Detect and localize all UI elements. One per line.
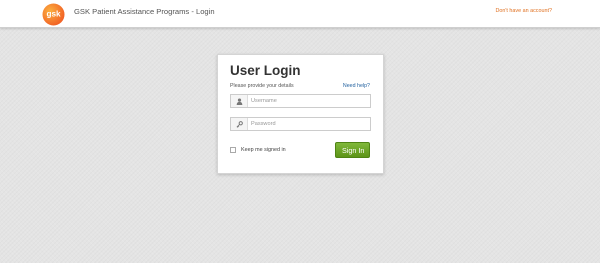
login-subtitle: Please provide your details <box>230 83 294 89</box>
key-icon <box>231 118 248 130</box>
keep-signed-in-label[interactable]: Keep me signed in <box>241 147 286 153</box>
user-icon <box>231 95 248 107</box>
password-field[interactable] <box>230 117 371 131</box>
logo-text: gsk <box>46 10 61 19</box>
keep-signed-in-checkbox[interactable] <box>230 147 236 153</box>
username-input[interactable] <box>251 96 367 106</box>
username-field[interactable] <box>230 94 371 108</box>
top-header: gsk GSK Patient Assistance Programs - Lo… <box>0 0 600 28</box>
login-card: User Login Please provide your details N… <box>217 54 384 174</box>
no-account-link[interactable]: Don't have an account? <box>496 8 552 14</box>
need-help-link[interactable]: Need help? <box>343 83 370 89</box>
app-title: GSK Patient Assistance Programs - Login <box>74 7 215 16</box>
page: gsk GSK Patient Assistance Programs - Lo… <box>0 0 600 263</box>
password-input[interactable] <box>251 119 367 129</box>
login-title: User Login <box>230 63 301 78</box>
keep-signed-in-row[interactable]: Keep me signed in <box>230 147 286 153</box>
gsk-logo[interactable]: gsk <box>42 3 65 26</box>
sign-in-button[interactable]: Sign In <box>335 142 370 158</box>
